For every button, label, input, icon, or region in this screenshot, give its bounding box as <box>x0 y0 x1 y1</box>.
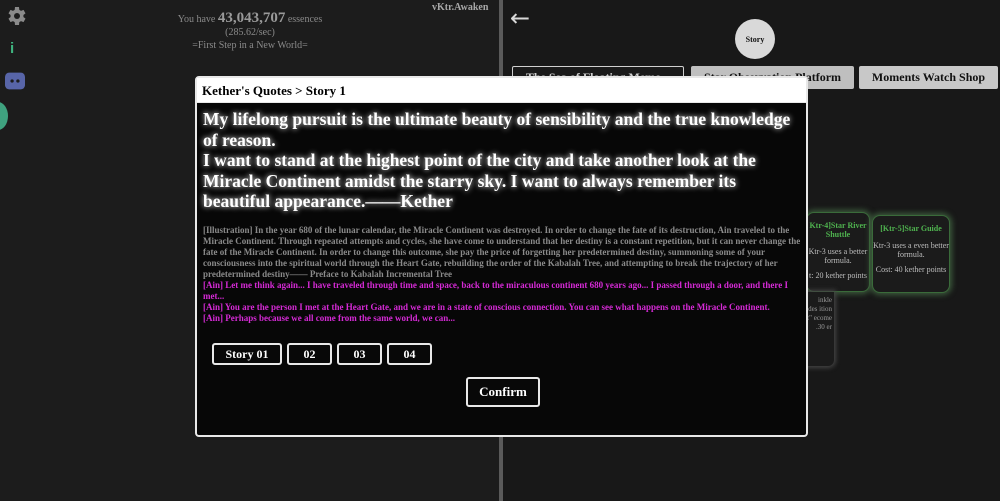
story-03-button[interactable]: 03 <box>337 343 382 365</box>
ain-dialogue: [Ain] You are the person I met at the He… <box>203 302 770 312</box>
story-01-button[interactable]: Story 01 <box>212 343 282 365</box>
story-02-button[interactable]: 02 <box>287 343 332 365</box>
quote-line: I want to stand at the highest point of … <box>203 150 761 211</box>
card-cost: t: 20 kether points <box>809 271 867 280</box>
kether-quote: My lifelong pursuit is the ultimate beau… <box>203 109 798 212</box>
discord-icon[interactable] <box>5 72 25 90</box>
gear-icon[interactable] <box>4 4 28 28</box>
back-arrow-icon[interactable]: ← <box>510 4 530 32</box>
essence-prefix: You have <box>177 14 216 25</box>
story-button[interactable]: Story <box>735 19 775 59</box>
story-selector: Story 01 02 03 04 <box>212 343 432 365</box>
illustration-text: [Illustration] In the year 680 of the lu… <box>203 225 801 279</box>
quote-line: My lifelong pursuit is the ultimate beau… <box>203 109 795 150</box>
tab-moments-watch-shop[interactable]: Moments Watch Shop <box>859 66 998 89</box>
modal-title: Kether's Quotes > Story 1 <box>197 78 806 103</box>
card-desc: Ktr-3 uses a even better formula. <box>873 241 949 259</box>
essence-rate: (285.62/sec) <box>225 27 275 38</box>
essence-value: 43,043,707 <box>217 10 286 26</box>
card-title: Ktr-4]Star River Shuttle <box>809 221 867 239</box>
essence-suffix: essences <box>287 14 323 25</box>
card-desc: Ktr-3 uses a better formula. <box>808 247 868 265</box>
side-tab-indicator[interactable] <box>0 102 8 130</box>
story-modal: Kether's Quotes > Story 1 My lifelong pu… <box>195 76 808 437</box>
upgrade-card-ktr5[interactable]: [Ktr-5]Star Guide Ktr-3 uses a even bett… <box>872 215 950 293</box>
ain-dialogue: [Ain] Let me think again... I have trave… <box>203 280 788 301</box>
story-text: [Illustration] In the year 680 of the lu… <box>203 225 803 324</box>
card-title: [Ktr-5]Star Guide <box>880 224 942 233</box>
story-04-button[interactable]: 04 <box>387 343 432 365</box>
card-cost: Cost: 40 kether points <box>875 265 947 274</box>
app-root: i You have 43,043,707 essences (285.62/s… <box>0 0 1000 501</box>
confirm-button[interactable]: Confirm <box>466 377 540 407</box>
ain-dialogue: [Ain] Perhaps because we all come from t… <box>203 313 456 323</box>
info-icon[interactable]: i <box>10 40 14 57</box>
upgrade-card-ktr4[interactable]: Ktr-4]Star River Shuttle Ktr-3 uses a be… <box>806 212 870 292</box>
stage-title: =First Step in a New World= <box>192 40 308 51</box>
essence-stats: You have 43,043,707 essences (285.62/sec… <box>150 10 350 52</box>
version-label: vKtr.Awaken <box>432 2 489 13</box>
